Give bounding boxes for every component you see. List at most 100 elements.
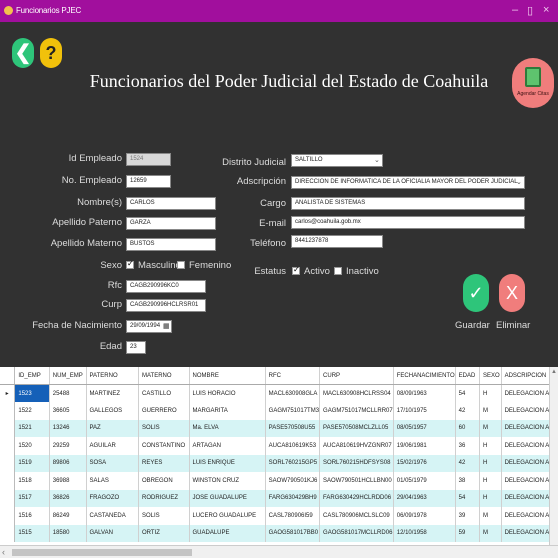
table-cell[interactable]: M xyxy=(479,419,502,437)
table-cell[interactable]: SAOW790501KJ6 xyxy=(265,472,321,490)
table-cell[interactable]: 42 xyxy=(455,402,480,420)
column-header[interactable]: PATERNO xyxy=(86,367,139,385)
distrito-judicial-select[interactable]: SALTILLO ⌄ xyxy=(291,154,383,167)
table-cell[interactable]: GAOG581017MCLLRD06 xyxy=(319,524,394,542)
table-cell[interactable]: CASL780906I59 xyxy=(265,507,321,525)
table-row[interactable]: 1517 36826 FRAGOZO RODRIGUEZ JOSE GUADALUPE F… xyxy=(0,489,558,507)
table-cell[interactable]: M xyxy=(479,507,502,525)
column-header[interactable]: SEXO xyxy=(479,367,502,385)
table-cell[interactable]: M xyxy=(479,524,502,542)
table-cell[interactable]: GAGM751017MCLLRR07 xyxy=(319,402,394,420)
table-cell[interactable]: 1520 xyxy=(14,437,50,455)
table-cell[interactable]: 38 xyxy=(455,472,480,490)
table-cell[interactable]: SORL760215HDFSYS08 xyxy=(319,454,394,472)
table-cell[interactable]: RODRIGUEZ xyxy=(138,489,190,507)
estatus-activo-option[interactable]: Activo xyxy=(292,265,330,277)
table-cell[interactable]: 1515 xyxy=(14,524,50,542)
minimize-button[interactable]: – xyxy=(512,4,518,16)
table-cell[interactable]: JOSE GUADALUPE xyxy=(189,489,266,507)
fecha-nacimiento-field[interactable]: 29/09/1994 ▦ xyxy=(126,320,172,333)
table-cell[interactable]: 1516 xyxy=(14,507,50,525)
scroll-left-icon[interactable]: ‹ xyxy=(2,546,5,558)
table-row[interactable]: 1522 36605 GALLEGOS GUERRERO MARGARITA GAGM75… xyxy=(0,402,558,420)
row-header[interactable] xyxy=(0,507,16,525)
table-cell[interactable]: 1521 xyxy=(14,419,50,437)
table-cell[interactable]: PAZ xyxy=(86,419,139,437)
table-cell[interactable]: CASTANEDA xyxy=(86,507,139,525)
email-field[interactable]: carlos@coahuila.gob.mx xyxy=(291,216,525,229)
row-header[interactable] xyxy=(0,524,16,542)
table-cell[interactable]: GUERRERO xyxy=(138,402,190,420)
table-cell[interactable]: 1517 xyxy=(14,489,50,507)
cargo-field[interactable]: ANALISTA DE SISTEMAS xyxy=(291,197,525,210)
row-header[interactable] xyxy=(0,489,16,507)
maximize-button[interactable]: ▯ xyxy=(527,4,533,17)
table-cell[interactable]: H xyxy=(479,489,502,507)
table-cell[interactable]: FARG630429HCLRDD06 xyxy=(319,489,394,507)
table-cell[interactable]: 36605 xyxy=(49,402,87,420)
table-cell[interactable]: GAOG581017BB0 xyxy=(265,524,321,542)
row-header[interactable] xyxy=(0,419,16,437)
table-cell[interactable]: 86249 xyxy=(49,507,87,525)
table-cell[interactable]: MACL630908HCLRSS04 xyxy=(319,384,394,402)
curp-field[interactable]: CAGB290996HCLRSR01 xyxy=(126,299,206,312)
no-empleado-field[interactable]: 12659 xyxy=(126,175,171,188)
table-cell[interactable]: SOSA xyxy=(86,454,139,472)
back-button[interactable]: ❮ xyxy=(12,38,34,68)
table-cell[interactable]: 36826 xyxy=(49,489,87,507)
table-cell[interactable]: 08/09/1963 xyxy=(393,384,456,402)
table-cell[interactable]: LUIS HORACIO xyxy=(189,384,266,402)
row-header[interactable] xyxy=(0,402,16,420)
table-cell[interactable]: 01/05/1979 xyxy=(393,472,456,490)
table-cell[interactable]: 60 xyxy=(455,419,480,437)
vertical-scrollbar[interactable]: ▲ xyxy=(549,367,558,545)
table-cell[interactable]: 54 xyxy=(455,384,480,402)
calendar-dropdown-icon[interactable]: ▦ xyxy=(163,321,170,332)
column-header[interactable]: MATERNO xyxy=(138,367,190,385)
telefono-field[interactable]: 8441237878 xyxy=(291,235,383,248)
table-cell[interactable]: 54 xyxy=(455,489,480,507)
table-cell[interactable]: AGUILAR xyxy=(86,437,139,455)
column-header[interactable]: FECHANACIMIENTO xyxy=(393,367,456,385)
table-cell[interactable]: H xyxy=(479,472,502,490)
table-cell[interactable]: FARG630429BH9 xyxy=(265,489,321,507)
table-cell[interactable]: 29259 xyxy=(49,437,87,455)
table-cell[interactable]: CASTILLO xyxy=(138,384,190,402)
table-cell[interactable]: 29/04/1963 xyxy=(393,489,456,507)
table-cell[interactable]: OBREGON xyxy=(138,472,190,490)
table-cell[interactable]: GAGM751017TM3 xyxy=(265,402,321,420)
table-cell[interactable]: SOLIS xyxy=(138,507,190,525)
column-header[interactable]: NUM_EMP xyxy=(49,367,87,385)
table-cell[interactable]: GUADALUPE xyxy=(189,524,266,542)
table-cell[interactable]: 1518 xyxy=(14,472,50,490)
estatus-inactivo-option[interactable]: Inactivo xyxy=(334,266,379,277)
table-cell[interactable]: AUCA810619K53 xyxy=(265,437,321,455)
table-cell[interactable]: MARTINEZ xyxy=(86,384,139,402)
table-cell[interactable]: SAOW790501HCLLBN00 xyxy=(319,472,394,490)
save-button[interactable]: ✓ xyxy=(463,274,489,312)
table-cell[interactable]: LUCERO GUADALUPE xyxy=(189,507,266,525)
column-header[interactable]: CURP xyxy=(319,367,394,385)
horizontal-scrollbar[interactable]: ‹ xyxy=(0,545,558,558)
table-cell[interactable]: 19/06/1981 xyxy=(393,437,456,455)
table-cell[interactable]: REYES xyxy=(138,454,190,472)
employees-grid[interactable]: ID_EMP NUM_EMP PATERNO MATERNO NOMBRE RFC CURP… xyxy=(0,367,558,558)
sexo-masculino-option[interactable]: Masculino xyxy=(126,259,181,271)
edad-field[interactable]: 23 xyxy=(126,341,146,354)
table-cell[interactable]: Ma. ELVA xyxy=(189,419,266,437)
table-cell[interactable]: 18580 xyxy=(49,524,87,542)
table-cell[interactable]: 15/02/1976 xyxy=(393,454,456,472)
table-cell[interactable]: 59 xyxy=(455,524,480,542)
table-cell[interactable]: PASE570508MCLZLL05 xyxy=(319,419,394,437)
table-cell[interactable]: 42 xyxy=(455,454,480,472)
column-header[interactable]: EDAD xyxy=(455,367,480,385)
help-button[interactable]: ? xyxy=(40,38,62,68)
table-row[interactable]: 1518 36988 SALAS OBREGON WINSTON CRUZ SAOW790… xyxy=(0,472,558,490)
current-row-indicator[interactable]: ▸ xyxy=(0,384,16,402)
adscripcion-select[interactable]: DIRECCION DE INFORMATICA DE LA OFICIALIA… xyxy=(291,176,525,189)
table-cell[interactable]: 1523 xyxy=(14,384,50,402)
row-header[interactable] xyxy=(0,472,16,490)
table-row[interactable]: 1519 89806 SOSA REYES LUIS ENRIQUE SORL760215… xyxy=(0,454,558,472)
table-cell[interactable]: 36 xyxy=(455,437,480,455)
table-row[interactable]: 1521 13246 PAZ SOLIS Ma. ELVA PASE570508U55 PA… xyxy=(0,419,558,437)
